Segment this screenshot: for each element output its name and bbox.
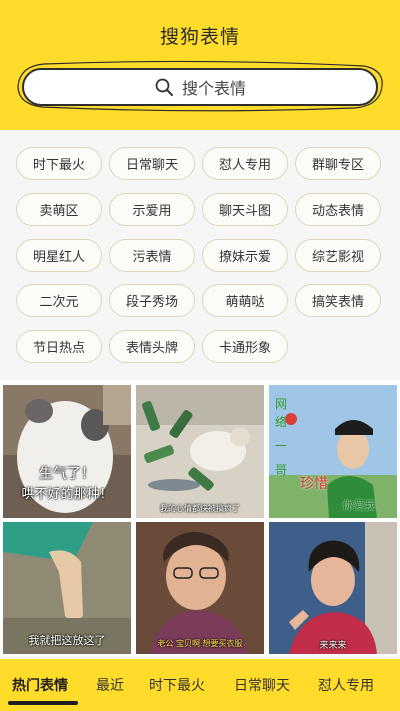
sticker-tile[interactable]: 老公 宝贝啊 想要买衣服 — [136, 522, 264, 654]
active-tab-indicator — [8, 701, 78, 705]
sticker-caption: 珍惜 — [300, 476, 328, 492]
tag-chip[interactable]: 怼人专用 — [202, 147, 288, 180]
tag-chip[interactable]: 节日热点 — [16, 330, 102, 363]
search-icon — [155, 78, 173, 96]
sticker-caption: 一 — [274, 439, 287, 453]
tag-chip[interactable]: 聊天斗图 — [202, 193, 288, 226]
sticker-caption: 我的心情都快被搞疯了 — [160, 504, 240, 513]
tag-chip[interactable]: 表情头牌 — [109, 330, 195, 363]
header-bar: 搜狗表情 搜个表情 — [0, 0, 400, 130]
tab-daily-chat[interactable]: 日常聊天 — [234, 675, 290, 695]
tab-roast[interactable]: 怼人专用 — [318, 675, 374, 695]
page-title: 搜狗表情 — [159, 26, 240, 48]
app-root: 搜狗表情 搜个表情 时下最火 日常聊天 怼人专用 群聊专区 卖萌区 示爱用 聊天… — [0, 0, 400, 711]
sticker-caption: 你爱我 — [342, 499, 376, 512]
sticker-caption: 哥 — [274, 463, 287, 477]
tag-chip[interactable]: 日常聊天 — [109, 147, 195, 180]
sticker-caption: 来来来 — [319, 641, 347, 651]
tab-recent[interactable]: 最近 — [96, 675, 124, 695]
tab-trending[interactable]: 时下最火 — [149, 675, 205, 695]
tag-chip[interactable]: 时下最火 — [16, 147, 102, 180]
tag-chip[interactable]: 撩妹示爱 — [202, 239, 288, 272]
tag-chip[interactable]: 示爱用 — [109, 193, 195, 226]
sticker-tile[interactable]: 我的心情都快被搞疯了 — [136, 385, 264, 518]
search-input[interactable]: 搜个表情 — [22, 68, 378, 106]
sticker-grid: 生气了！ 哄不好的那种！ 我的心情都快被搞疯了 网 络 一 哥 珍惜 你爱我 我… — [0, 380, 400, 656]
tag-chip[interactable]: 段子秀场 — [109, 284, 195, 317]
category-tags: 时下最火 日常聊天 怼人专用 群聊专区 卖萌区 示爱用 聊天斗图 动态表情 明星… — [0, 130, 400, 380]
tag-chip[interactable]: 二次元 — [16, 284, 102, 317]
sticker-lady — [136, 522, 264, 654]
sticker-caption: 络 — [274, 415, 287, 429]
sticker-caption: 我就把这放这了 — [28, 634, 106, 647]
tag-chip[interactable]: 群聊专区 — [295, 147, 381, 180]
sticker-tile[interactable]: 生气了！ 哄不好的那种！ — [3, 385, 131, 518]
tag-chip[interactable]: 污表情 — [109, 239, 195, 272]
tab-hot-stickers[interactable]: 热门表情 — [12, 675, 68, 695]
sticker-caption: 老公 宝贝啊 想要买衣服 — [157, 639, 243, 648]
tag-chip[interactable]: 动态表情 — [295, 193, 381, 226]
sticker-tile[interactable]: 网 络 一 哥 珍惜 你爱我 — [269, 385, 397, 518]
tag-chip[interactable]: 搞笑表情 — [295, 284, 381, 317]
sticker-caption: 生气了！ — [39, 466, 95, 482]
sticker-caption: 网 — [274, 397, 287, 411]
sticker-actress — [269, 522, 397, 654]
tag-chip[interactable]: 萌萌哒 — [202, 284, 288, 317]
bottom-tab-bar: 热门表情 最近 时下最火 日常聊天 怼人专用 — [0, 659, 400, 711]
search-placeholder: 搜个表情 — [181, 79, 246, 98]
tag-chip[interactable]: 明星红人 — [16, 239, 102, 272]
tag-chip[interactable]: 卖萌区 — [16, 193, 102, 226]
sticker-tile[interactable]: 我就把这放这了 — [3, 522, 131, 654]
sticker-cat-bottles — [136, 385, 264, 518]
tag-chip[interactable]: 综艺影视 — [295, 239, 381, 272]
tag-chip[interactable]: 卡通形象 — [202, 330, 288, 363]
sticker-tile[interactable]: 来来来 — [269, 522, 397, 654]
search-bar[interactable]: 搜个表情 — [17, 60, 384, 112]
sticker-caption: 哄不好的那种！ — [21, 487, 113, 502]
